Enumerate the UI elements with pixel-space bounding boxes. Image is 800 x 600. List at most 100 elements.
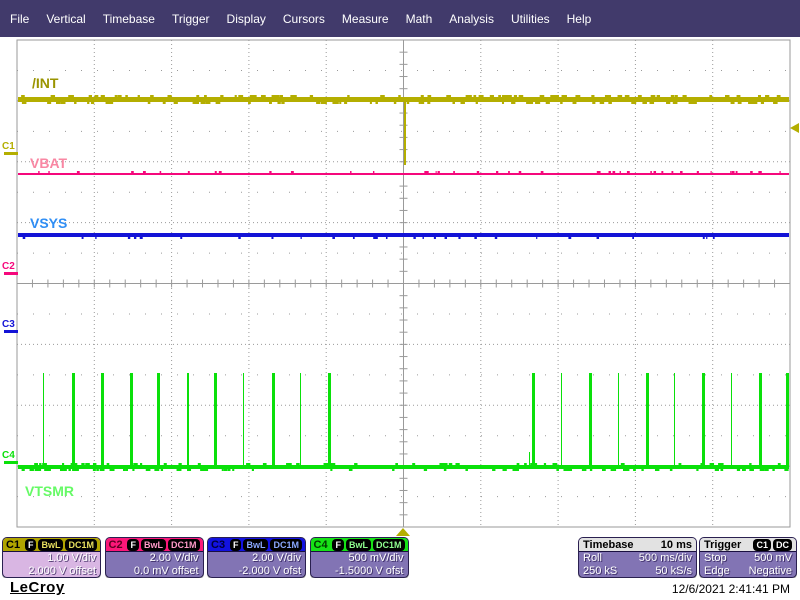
trace-c3-noise: [22, 237, 26, 239]
timebase-title: Timebase: [583, 538, 634, 551]
trace-c2-noise: [159, 171, 162, 173]
trace-c1-noise: [114, 95, 118, 97]
trigger-level-marker[interactable]: [790, 123, 799, 133]
trace-c1-noise: [452, 102, 455, 104]
trace-c4-pulse: [532, 373, 535, 469]
trace-c4-noise: [749, 469, 754, 471]
trace-c4-noise: [784, 469, 789, 471]
trace-c4-noise: [543, 463, 547, 465]
trace-c1-noise: [672, 102, 678, 104]
trace-c1-noise: [290, 95, 293, 97]
channel-setting-row: 2.000 V offset: [28, 565, 96, 577]
trace-c1-noise: [563, 95, 567, 97]
trace-c4-noise: [63, 469, 67, 471]
info-value: 500 ms/div: [638, 552, 692, 564]
trace-c4-pulse: [101, 373, 104, 469]
trace-c1-noise: [649, 102, 655, 104]
trace-c1-noise: [274, 95, 280, 97]
channel-marker-c1[interactable]: [4, 152, 18, 155]
trace-c4-noise: [465, 469, 468, 471]
timebase-box[interactable]: Timebase 10 ms Roll 500 ms/div 250 kS 50 kS…: [578, 537, 697, 578]
channel-box-c2[interactable]: C2 F BwL DC1M 2.00 V/div 0.0 mV offset: [104, 537, 204, 578]
trace-c1-noise: [608, 102, 612, 104]
trace-c1-noise: [427, 95, 432, 97]
trace-c4-noise: [59, 469, 64, 471]
trace-c3-noise: [474, 237, 477, 239]
trace-c3-noise: [444, 237, 447, 239]
channel-marker-label-c1: C1: [2, 141, 15, 152]
trace-c1-noise: [347, 95, 350, 97]
trace-c3-noise: [81, 237, 84, 239]
trace-c4-noise: [516, 463, 520, 465]
channel-marker-c2[interactable]: [4, 272, 18, 275]
trace-c1-noise: [765, 95, 770, 97]
trace-c4-noise: [354, 463, 358, 465]
trace-c4-noise: [620, 463, 625, 465]
channel-setting-row: 500 mV/div: [348, 552, 404, 564]
trace-c4-noise: [29, 469, 34, 471]
trace-c3-noise: [494, 237, 498, 239]
trace-c4-noise: [200, 469, 205, 471]
trigger-box[interactable]: Trigger C1 DC Stop 500 mV Edge Negative: [699, 537, 797, 578]
channel-box-c4[interactable]: C4 F BwL DC1M 500 mV/div -1.5000 V ofst: [309, 537, 409, 578]
badge-bwl: BwL: [345, 538, 371, 551]
channel-marker-c4[interactable]: [4, 461, 18, 464]
trace-c1-noise: [460, 102, 465, 104]
trace-c4-noise: [611, 469, 617, 471]
trace-c4-noise: [448, 463, 453, 465]
channel-header-c3: C3 F BwL DC1M: [208, 538, 305, 552]
trace-c3-noise: [332, 237, 335, 239]
trace-c3-noise: [180, 237, 183, 239]
trace-c4-noise: [392, 469, 395, 471]
trace-c1-noise: [739, 102, 742, 104]
trace-c4-noise: [227, 469, 231, 471]
trace-c1-noise: [196, 95, 200, 97]
trace-c4-noise: [552, 463, 558, 465]
trace-c3-noise: [458, 237, 461, 239]
trace-c4-noise: [140, 463, 143, 465]
trace-c1-noise: [526, 102, 531, 104]
timebase-header: Timebase 10 ms: [579, 538, 696, 552]
trace-c2-noise: [650, 171, 652, 173]
trace-c4-noise: [39, 463, 42, 465]
trace-c4-noise: [441, 463, 447, 465]
channel-box-c1[interactable]: C1 F BwL DC1M 1.00 V/div 2.000 V offset: [2, 537, 101, 578]
trace-c1-noise: [670, 95, 675, 97]
trace-c4-noise: [749, 463, 752, 465]
trace-c1-noise: [656, 95, 661, 97]
trigger-rows: Stop 500 mV Edge Negative: [700, 552, 796, 577]
trace-c1-noise: [624, 95, 627, 97]
trace-c1-noise: [22, 102, 25, 104]
trace-c1-noise: [688, 102, 691, 104]
trigger-badge-c1: C1: [753, 538, 771, 551]
trace-c4-noise: [502, 469, 507, 471]
trace-c2-noise: [671, 171, 674, 173]
trace-c4-noise: [92, 463, 97, 465]
trace-c3-noise: [271, 237, 274, 239]
trace-c4-noise: [423, 469, 428, 471]
trace-c2-noise: [696, 171, 699, 173]
trace-c1-noise: [249, 95, 255, 97]
info-key: Roll: [583, 552, 602, 564]
trace-c4-noise: [221, 469, 224, 471]
info-value: Negative: [748, 565, 792, 577]
trace-c4-noise: [641, 469, 644, 471]
channel-header-c2: C2 F BwL DC1M: [105, 538, 203, 552]
trace-c4-noise: [709, 463, 715, 465]
trace-c2-noise: [269, 171, 272, 173]
channel-marker-label-c4: C4: [2, 450, 15, 461]
trace-c2-noise: [710, 171, 712, 173]
trace-c2-noise: [540, 171, 544, 173]
channel-box-c3[interactable]: C3 F BwL DC1M 2.00 V/div -2.000 V ofst: [207, 537, 306, 578]
trigger-time-marker[interactable]: [396, 528, 410, 536]
trace-c1-noise: [369, 102, 372, 104]
trace-c3-noise: [568, 237, 572, 239]
trace-c2-noise: [38, 171, 40, 173]
trace-c1-noise: [117, 95, 122, 97]
trace-c4-noise: [395, 463, 398, 465]
channel-settings: 1.00 V/div 2.000 V offset: [3, 552, 100, 577]
trace-c1-noise: [575, 95, 581, 97]
trace-c2-noise: [437, 171, 440, 173]
trace-c1-noise: [406, 102, 410, 104]
channel-marker-c3[interactable]: [4, 330, 18, 333]
